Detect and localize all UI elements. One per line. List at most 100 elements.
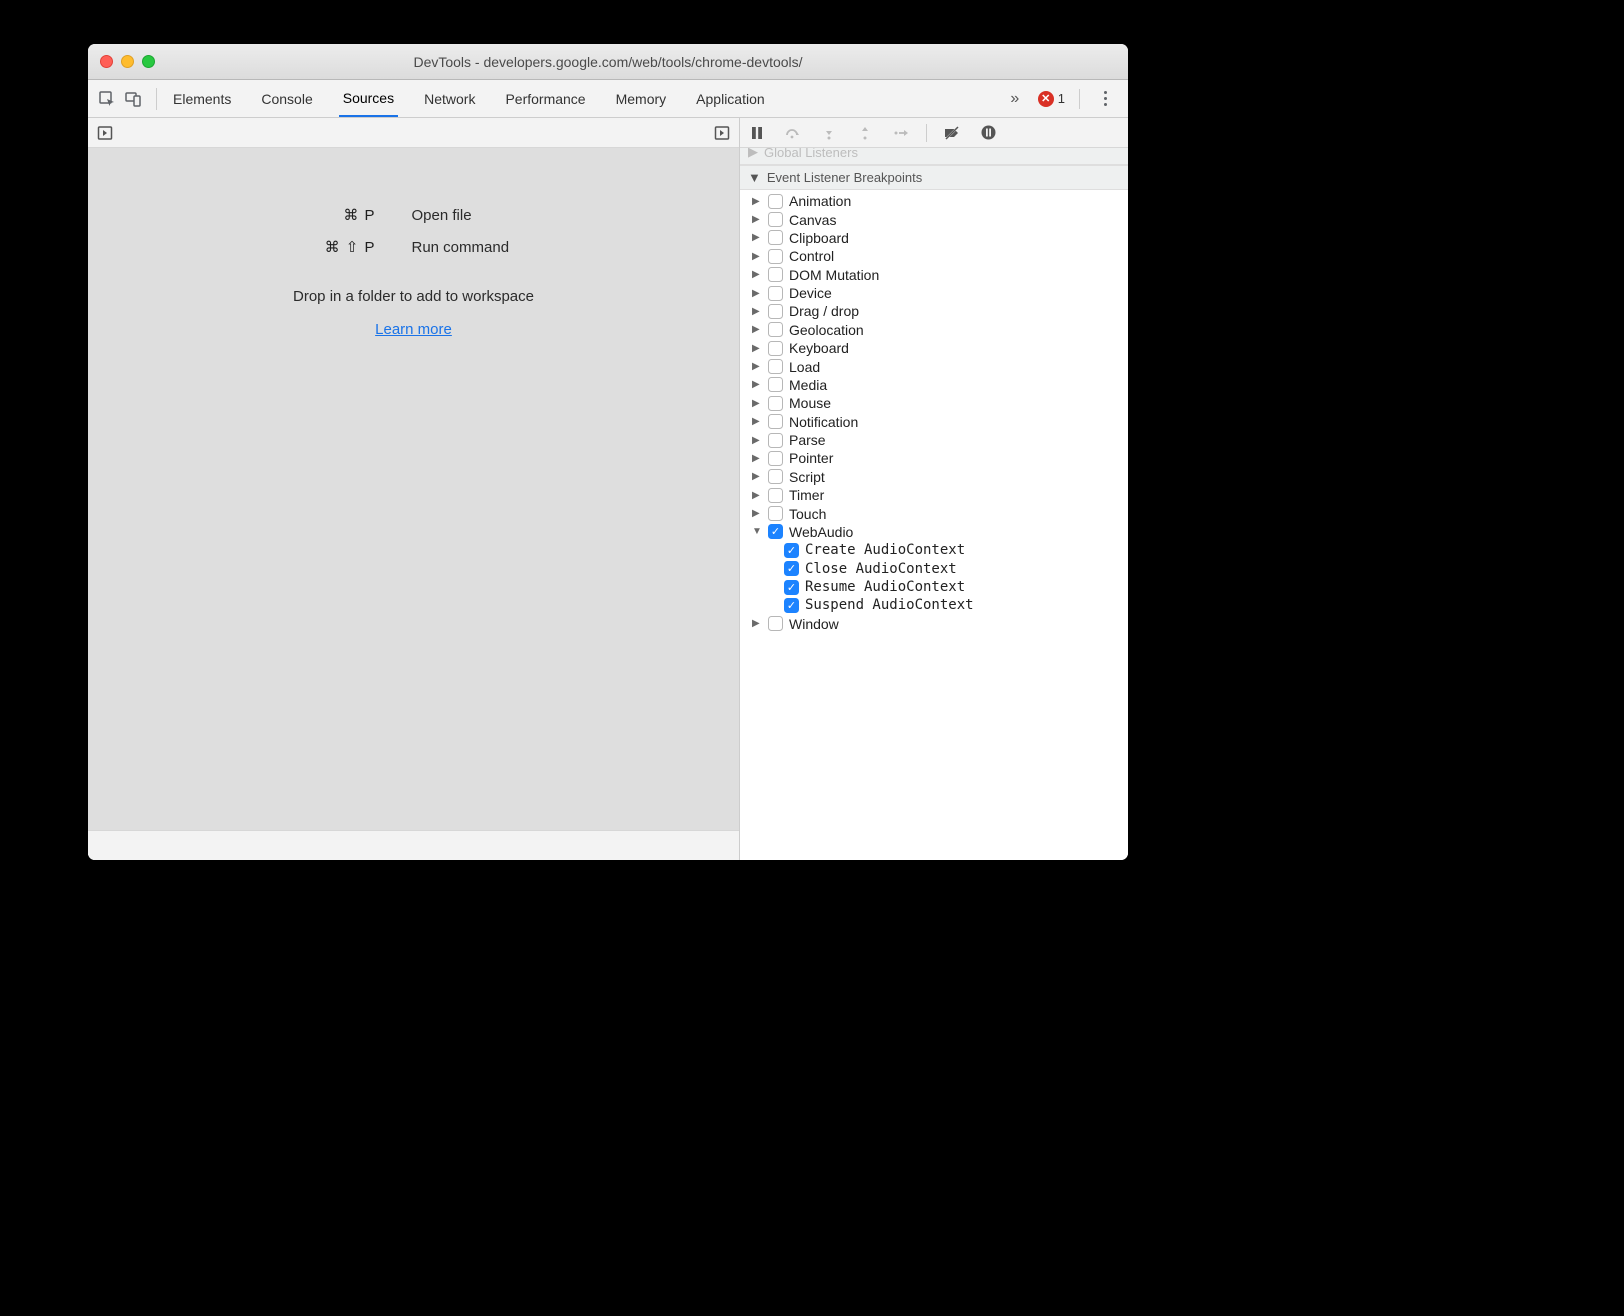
- category-checkbox[interactable]: [768, 286, 783, 301]
- event-checkbox[interactable]: ✓: [784, 598, 799, 613]
- event-listener-tree: ▶Animation▶Canvas▶Clipboard▶Control▶DOM …: [740, 190, 1128, 635]
- category-webaudio[interactable]: ▼✓WebAudio: [740, 523, 1128, 541]
- category-window[interactable]: ▶Window: [740, 615, 1128, 633]
- category-checkbox[interactable]: [768, 359, 783, 374]
- category-checkbox[interactable]: [768, 267, 783, 282]
- tab-sources[interactable]: Sources: [339, 80, 398, 117]
- category-dom-mutation[interactable]: ▶DOM Mutation: [740, 266, 1128, 284]
- event-checkbox[interactable]: ✓: [784, 580, 799, 595]
- deactivate-breakpoints-icon[interactable]: [941, 122, 963, 144]
- shortcut-label: Run command: [412, 239, 612, 256]
- collapse-icon: ▶: [748, 148, 758, 160]
- tab-memory[interactable]: Memory: [612, 80, 671, 117]
- sources-left-toolbar: [88, 118, 739, 148]
- category-label: Geolocation: [789, 322, 864, 338]
- category-timer[interactable]: ▶Timer: [740, 486, 1128, 504]
- show-navigator-icon[interactable]: [94, 122, 116, 144]
- show-debugger-icon[interactable]: [711, 122, 733, 144]
- divider: [156, 88, 157, 110]
- step-over-icon[interactable]: [782, 122, 804, 144]
- event-checkbox[interactable]: ✓: [784, 561, 799, 576]
- collapse-icon: ▶: [752, 269, 762, 280]
- section-event-listener-breakpoints[interactable]: ▼ Event Listener Breakpoints: [740, 165, 1128, 190]
- zoom-window-button[interactable]: [142, 55, 155, 68]
- step-icon[interactable]: [890, 122, 912, 144]
- category-parse[interactable]: ▶Parse: [740, 431, 1128, 449]
- category-checkbox[interactable]: [768, 194, 783, 209]
- category-mouse[interactable]: ▶Mouse: [740, 394, 1128, 412]
- category-checkbox[interactable]: [768, 616, 783, 631]
- debugger-toolbar: [740, 118, 1128, 148]
- category-checkbox[interactable]: [768, 341, 783, 356]
- pause-script-icon[interactable]: [746, 122, 768, 144]
- category-checkbox[interactable]: [768, 469, 783, 484]
- tab-console[interactable]: Console: [257, 80, 316, 117]
- toggle-device-toolbar-icon[interactable]: [122, 88, 144, 110]
- collapse-icon: ▶: [752, 214, 762, 225]
- category-device[interactable]: ▶Device: [740, 284, 1128, 302]
- category-drag-drop[interactable]: ▶Drag / drop: [740, 302, 1128, 320]
- category-checkbox[interactable]: [768, 396, 783, 411]
- tab-application[interactable]: Application: [692, 80, 769, 117]
- category-touch[interactable]: ▶Touch: [740, 504, 1128, 522]
- step-out-icon[interactable]: [854, 122, 876, 144]
- category-checkbox[interactable]: [768, 304, 783, 319]
- step-into-icon[interactable]: [818, 122, 840, 144]
- settings-menu-icon[interactable]: [1094, 88, 1116, 110]
- category-checkbox[interactable]: [768, 322, 783, 337]
- expand-icon: ▼: [752, 526, 762, 537]
- minimize-window-button[interactable]: [121, 55, 134, 68]
- event-label: Close AudioContext: [805, 561, 957, 577]
- titlebar: DevTools - developers.google.com/web/too…: [88, 44, 1128, 80]
- category-checkbox[interactable]: [768, 212, 783, 227]
- devtools-window: DevTools - developers.google.com/web/too…: [88, 44, 1128, 860]
- category-checkbox[interactable]: [768, 488, 783, 503]
- tab-network[interactable]: Network: [420, 80, 479, 117]
- category-animation[interactable]: ▶Animation: [740, 192, 1128, 210]
- category-control[interactable]: ▶Control: [740, 247, 1128, 265]
- more-tabs-icon[interactable]: »: [1002, 88, 1024, 110]
- category-canvas[interactable]: ▶Canvas: [740, 210, 1128, 228]
- pause-on-exceptions-icon[interactable]: [977, 122, 999, 144]
- category-keyboard[interactable]: ▶ Keyboard: [740, 339, 1128, 357]
- event-suspend-audiocontext[interactable]: ✓Suspend AudioContext: [784, 596, 1128, 614]
- close-window-button[interactable]: [100, 55, 113, 68]
- category-checkbox[interactable]: [768, 249, 783, 264]
- category-checkbox[interactable]: [768, 414, 783, 429]
- category-checkbox[interactable]: [768, 451, 783, 466]
- category-pointer[interactable]: ▶Pointer: [740, 449, 1128, 467]
- category-checkbox[interactable]: [768, 230, 783, 245]
- category-geolocation[interactable]: ▶Geolocation: [740, 321, 1128, 339]
- section-global-listeners[interactable]: ▶ Global Listeners: [740, 148, 1128, 165]
- inspect-element-icon[interactable]: [96, 88, 118, 110]
- event-checkbox[interactable]: ✓: [784, 543, 799, 558]
- category-label: Load: [789, 359, 820, 375]
- collapse-icon: ▶: [752, 232, 762, 243]
- category-checkbox[interactable]: ✓: [768, 524, 783, 539]
- category-checkbox[interactable]: [768, 433, 783, 448]
- collapse-icon: ▶: [752, 343, 762, 354]
- category-clipboard[interactable]: ▶Clipboard: [740, 229, 1128, 247]
- category-media[interactable]: ▶Media: [740, 376, 1128, 394]
- category-script[interactable]: ▶Script: [740, 468, 1128, 486]
- error-indicator[interactable]: ✕ 1: [1038, 91, 1065, 107]
- collapse-icon: ▶: [752, 288, 762, 299]
- event-close-audiocontext[interactable]: ✓ Close AudioContext: [784, 560, 1128, 578]
- category-label: Animation: [789, 193, 851, 209]
- sources-drop-area[interactable]: ⌘ P Open file ⌘ ⇧ P Run command Drop in …: [88, 148, 739, 830]
- event-create-audiocontext[interactable]: ✓Create AudioContext: [784, 541, 1128, 559]
- tab-performance[interactable]: Performance: [501, 80, 589, 117]
- category-label: Mouse: [789, 395, 831, 411]
- debugger-pane: ▶ Global Listeners ▼ Event Listener Brea…: [740, 118, 1128, 860]
- category-checkbox[interactable]: [768, 377, 783, 392]
- category-checkbox[interactable]: [768, 506, 783, 521]
- category-label: Touch: [789, 506, 826, 522]
- learn-more-link[interactable]: Learn more: [375, 321, 452, 338]
- category-label: Keyboard: [789, 340, 849, 356]
- event-resume-audiocontext[interactable]: ✓Resume AudioContext: [784, 578, 1128, 596]
- tab-elements[interactable]: Elements: [169, 80, 235, 117]
- category-notification[interactable]: ▶Notification: [740, 413, 1128, 431]
- hint-open-file: ⌘ P Open file: [216, 206, 612, 224]
- category-load[interactable]: ▶Load: [740, 357, 1128, 375]
- shortcut-label: Open file: [412, 207, 612, 224]
